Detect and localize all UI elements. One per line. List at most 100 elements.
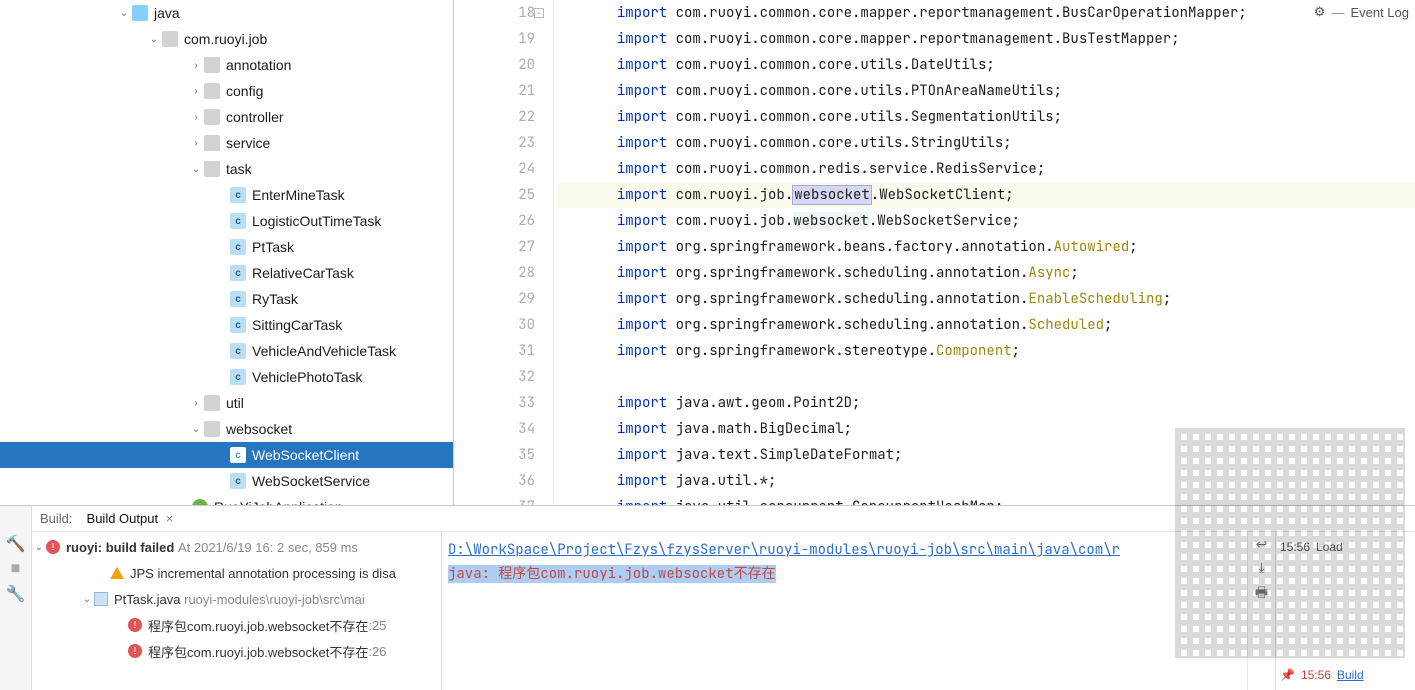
chevron-down-icon[interactable] <box>148 34 160 45</box>
tree-node-config[interactable]: config <box>0 78 453 104</box>
build-file-node[interactable]: ⌄ PtTask.java ruoyi-modules\ruoyi-job\sr… <box>32 586 441 612</box>
package-icon <box>204 421 220 437</box>
tree-node-task[interactable]: task <box>0 156 453 182</box>
tree-node-class[interactable]: PtTask <box>0 234 453 260</box>
code-line[interactable] <box>558 364 1415 390</box>
build-error-node[interactable]: 程序包com.ruoyi.job.websocket不存在 :26 <box>32 638 441 664</box>
package-icon <box>204 395 220 411</box>
status-entry[interactable]: 15:56 Load <box>1280 534 1411 560</box>
status-text: Load <box>1316 540 1343 554</box>
hammer-icon[interactable]: 🔨 <box>6 534 26 554</box>
code-line[interactable]: import java.util.concurrent.ConcurrentHa… <box>558 494 1415 505</box>
code-line[interactable]: import org.springframework.scheduling.an… <box>558 312 1415 338</box>
chevron-down-icon[interactable]: ⌄ <box>32 542 46 553</box>
wrench-icon[interactable]: 🔧 <box>6 584 26 604</box>
code-line[interactable]: import java.text.SimpleDateFormat; <box>558 442 1415 468</box>
code-line[interactable]: import com.ruoyi.job.websocket.WebSocket… <box>558 208 1415 234</box>
tree-node-class[interactable]: VehiclePhotoTask <box>0 364 453 390</box>
wrap-icon[interactable]: ↩ <box>1256 536 1268 553</box>
code-line[interactable]: import java.math.BigDecimal; <box>558 416 1415 442</box>
tree-node-websocketservice[interactable]: WebSocketService <box>0 468 453 494</box>
chevron-down-icon[interactable]: ⌄ <box>80 594 94 605</box>
status-link[interactable]: Build <box>1337 668 1364 682</box>
tree-label: SittingCarTask <box>252 317 342 333</box>
editor-code[interactable]: import com.ruoyi.common.core.mapper.repo… <box>554 0 1415 505</box>
tree-label: VehicleAndVehicleTask <box>252 343 396 359</box>
class-icon <box>230 291 246 307</box>
build-label: Build: <box>40 511 73 526</box>
chevron-right-icon[interactable] <box>190 138 202 149</box>
tree-node-websocketclient[interactable]: WebSocketClient <box>0 442 453 468</box>
tree-node-websocket[interactable]: websocket <box>0 416 453 442</box>
project-tree[interactable]: java com.ruoyi.job annotation config con… <box>0 0 454 505</box>
tree-node-class[interactable]: RyTask <box>0 286 453 312</box>
code-line[interactable]: import com.ruoyi.common.core.mapper.repo… <box>558 0 1415 26</box>
event-log-button[interactable]: Event Log <box>1350 5 1409 20</box>
chevron-right-icon[interactable] <box>190 112 202 123</box>
class-icon <box>230 343 246 359</box>
pin-icon[interactable]: 📌 <box>1280 668 1295 682</box>
gear-icon[interactable]: ⚙ <box>1314 4 1326 20</box>
code-line[interactable]: import com.ruoyi.job.websocket.WebSocket… <box>558 182 1415 208</box>
scroll-end-icon[interactable]: ⤓ <box>1258 559 1264 576</box>
build-header-right: ⚙ — Event Log <box>1314 4 1409 20</box>
build-root-node[interactable]: ⌄ ruoyi: build failed At 2021/6/19 16: 2… <box>32 534 441 560</box>
package-icon <box>204 83 220 99</box>
chevron-down-icon[interactable] <box>118 8 130 19</box>
error-text: 程序包com.ruoyi.job.websocket不存在 <box>148 642 368 661</box>
class-icon <box>230 369 246 385</box>
chevron-right-icon[interactable] <box>190 86 202 97</box>
file-name: PtTask.java <box>114 592 180 607</box>
chevron-right-icon[interactable] <box>190 60 202 71</box>
code-line[interactable]: import org.springframework.scheduling.an… <box>558 286 1415 312</box>
code-line[interactable]: import com.ruoyi.common.core.utils.Strin… <box>558 130 1415 156</box>
status-time: 15:56 <box>1301 668 1331 682</box>
tree-node-class[interactable]: RelativeCarTask <box>0 260 453 286</box>
code-line[interactable]: import java.awt.geom.Point2D; <box>558 390 1415 416</box>
tree-node-java[interactable]: java <box>0 0 453 26</box>
tree-node-class[interactable]: VehicleAndVehicleTask <box>0 338 453 364</box>
print-icon[interactable]: 🖶 <box>1255 582 1268 606</box>
tree-node-class[interactable]: SittingCarTask <box>0 312 453 338</box>
build-warning-node[interactable]: JPS incremental annotation processing is… <box>32 560 441 586</box>
folder-icon <box>132 5 148 21</box>
tree-label: controller <box>226 109 284 125</box>
tree-node-controller[interactable]: controller <box>0 104 453 130</box>
code-line[interactable]: import com.ruoyi.common.core.utils.DateU… <box>558 52 1415 78</box>
tree-node-util[interactable]: util <box>0 390 453 416</box>
code-line[interactable]: import java.util.*; <box>558 468 1415 494</box>
tree-label: task <box>226 161 252 177</box>
tree-node-app-class[interactable]: RuoYiJobApplication <box>0 494 453 505</box>
stop-icon[interactable]: ■ <box>11 560 21 578</box>
status-entry[interactable]: 📌 15:56 Build <box>1280 662 1411 688</box>
code-editor[interactable]: 1819202122232425262728293031323334353637… <box>454 0 1415 505</box>
java-file-icon <box>94 592 108 606</box>
code-line[interactable]: import com.ruoyi.common.core.utils.Segme… <box>558 104 1415 130</box>
chevron-down-icon[interactable] <box>190 164 202 175</box>
build-error-node[interactable]: 程序包com.ruoyi.job.websocket不存在 :25 <box>32 612 441 638</box>
build-output[interactable]: D:\WorkSpace\Project\Fzys\fzysServer\ruo… <box>442 532 1247 690</box>
code-line[interactable]: import org.springframework.beans.factory… <box>558 234 1415 260</box>
chevron-right-icon[interactable] <box>190 398 202 409</box>
tree-label: LogisticOutTimeTask <box>252 213 381 229</box>
code-line[interactable]: import org.springframework.stereotype.Co… <box>558 338 1415 364</box>
tree-label: WebSocketClient <box>252 447 359 463</box>
tree-node-service[interactable]: service <box>0 130 453 156</box>
output-error-line[interactable]: java: 程序包com.ruoyi.job.websocket不存在 <box>448 562 1241 586</box>
tree-node-class[interactable]: LogisticOutTimeTask <box>0 208 453 234</box>
code-line[interactable]: import com.ruoyi.common.core.utils.PTOnA… <box>558 78 1415 104</box>
tree-node-class[interactable]: EnterMineTask <box>0 182 453 208</box>
build-messages-tree[interactable]: ⌄ ruoyi: build failed At 2021/6/19 16: 2… <box>32 532 442 690</box>
chevron-down-icon[interactable] <box>190 424 202 435</box>
tree-node-package[interactable]: com.ruoyi.job <box>0 26 453 52</box>
code-line[interactable]: import com.ruoyi.common.redis.service.Re… <box>558 156 1415 182</box>
code-line[interactable]: import org.springframework.scheduling.an… <box>558 260 1415 286</box>
code-line[interactable]: import com.ruoyi.common.core.mapper.repo… <box>558 26 1415 52</box>
tree-label: WebSocketService <box>252 473 370 489</box>
tree-node-annotation[interactable]: annotation <box>0 52 453 78</box>
output-path-line[interactable]: D:\WorkSpace\Project\Fzys\fzysServer\ruo… <box>448 538 1241 562</box>
close-icon[interactable]: × <box>166 511 174 526</box>
tab-build-output[interactable]: Build Output × <box>87 511 174 526</box>
output-path[interactable]: D:\WorkSpace\Project\Fzys\fzysServer\ruo… <box>448 541 1120 559</box>
tree-label: RelativeCarTask <box>252 265 354 281</box>
